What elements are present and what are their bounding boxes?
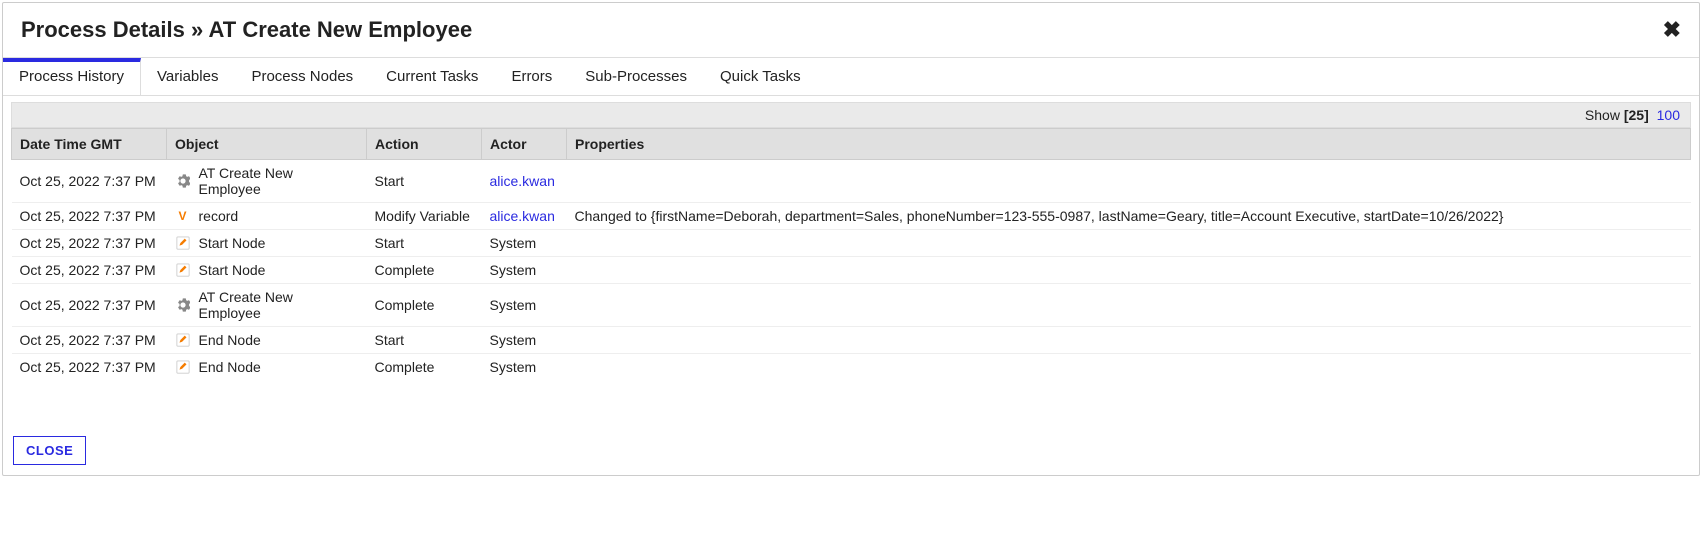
- close-icon[interactable]: ✖: [1663, 17, 1681, 43]
- table-row: Oct 25, 2022 7:37 PMVrecordModify Variab…: [12, 203, 1691, 230]
- object-label: Start Node: [199, 235, 266, 251]
- tab-process-nodes[interactable]: Process Nodes: [235, 58, 370, 95]
- cell-object: AT Create New Employee: [167, 284, 367, 327]
- cell-action: Start: [367, 327, 482, 354]
- cell-object: End Node: [167, 354, 367, 381]
- cell-object: Start Node: [167, 257, 367, 284]
- table-header-row: Date Time GMT Object Action Actor Proper…: [12, 129, 1691, 160]
- cell-properties: [567, 230, 1691, 257]
- pager-bar: Show [25] 100: [11, 102, 1691, 128]
- object-label: Start Node: [199, 262, 266, 278]
- tab-current-tasks[interactable]: Current Tasks: [370, 58, 495, 95]
- table-row: Oct 25, 2022 7:37 PM End Node CompleteSyst…: [12, 354, 1691, 381]
- actor-link[interactable]: alice.kwan: [490, 208, 555, 224]
- title-prefix: Process Details »: [21, 17, 209, 42]
- tab-variables[interactable]: Variables: [141, 58, 235, 95]
- col-properties: Properties: [567, 129, 1691, 160]
- col-actor: Actor: [482, 129, 567, 160]
- cell-properties: [567, 354, 1691, 381]
- cell-actor: System: [482, 284, 567, 327]
- table-row: Oct 25, 2022 7:37 PM AT Create New Employ…: [12, 284, 1691, 327]
- table-row: Oct 25, 2022 7:37 PM Start Node CompleteSy…: [12, 257, 1691, 284]
- title-name: AT Create New Employee: [209, 17, 473, 42]
- cell-properties: [567, 160, 1691, 203]
- cell-action: Complete: [367, 257, 482, 284]
- cell-actor: System: [482, 327, 567, 354]
- cell-actor: alice.kwan: [482, 203, 567, 230]
- cell-action: Modify Variable: [367, 203, 482, 230]
- cell-datetime: Oct 25, 2022 7:37 PM: [12, 327, 167, 354]
- cell-actor: alice.kwan: [482, 160, 567, 203]
- edit-icon: [175, 359, 191, 375]
- object-label: End Node: [199, 359, 261, 375]
- cell-actor: System: [482, 230, 567, 257]
- pager-option-100[interactable]: 100: [1657, 107, 1680, 123]
- cell-object: Start Node: [167, 230, 367, 257]
- col-datetime: Date Time GMT: [12, 129, 167, 160]
- gear-icon: [175, 297, 191, 313]
- cell-properties: [567, 284, 1691, 327]
- cell-action: Complete: [367, 284, 482, 327]
- tab-process-history[interactable]: Process History: [3, 58, 141, 95]
- cell-datetime: Oct 25, 2022 7:37 PM: [12, 257, 167, 284]
- cell-action: Complete: [367, 354, 482, 381]
- gear-icon: [175, 173, 191, 189]
- tab-errors[interactable]: Errors: [495, 58, 569, 95]
- table-row: Oct 25, 2022 7:37 PM Start Node StartSyste…: [12, 230, 1691, 257]
- cell-properties: [567, 257, 1691, 284]
- cell-object: End Node: [167, 327, 367, 354]
- cell-action: Start: [367, 230, 482, 257]
- cell-datetime: Oct 25, 2022 7:37 PM: [12, 203, 167, 230]
- cell-object: Vrecord: [167, 203, 367, 230]
- edit-icon: [175, 235, 191, 251]
- close-button[interactable]: CLOSE: [13, 436, 86, 465]
- cell-datetime: Oct 25, 2022 7:37 PM: [12, 284, 167, 327]
- dialog-header: Process Details » AT Create New Employee…: [3, 3, 1699, 58]
- dialog-footer: CLOSE: [3, 426, 1699, 475]
- cell-actor: System: [482, 354, 567, 381]
- pager-show-label: Show: [1585, 107, 1624, 123]
- pager-current: [25]: [1624, 107, 1649, 123]
- cell-datetime: Oct 25, 2022 7:37 PM: [12, 160, 167, 203]
- table-row: Oct 25, 2022 7:37 PM AT Create New Employ…: [12, 160, 1691, 203]
- cell-object: AT Create New Employee: [167, 160, 367, 203]
- object-label: AT Create New Employee: [199, 289, 359, 321]
- object-label: AT Create New Employee: [199, 165, 359, 197]
- cell-properties: Changed to {firstName=Deborah, departmen…: [567, 203, 1691, 230]
- page-title: Process Details » AT Create New Employee: [21, 17, 472, 43]
- actor-link[interactable]: alice.kwan: [490, 173, 555, 189]
- col-object: Object: [167, 129, 367, 160]
- tabs-bar: Process HistoryVariablesProcess NodesCur…: [3, 58, 1699, 96]
- cell-actor: System: [482, 257, 567, 284]
- process-details-dialog: Process Details » AT Create New Employee…: [2, 2, 1700, 476]
- edit-icon: [175, 262, 191, 278]
- object-label: record: [199, 208, 239, 224]
- history-table: Date Time GMT Object Action Actor Proper…: [11, 128, 1691, 380]
- tab-quick-tasks[interactable]: Quick Tasks: [704, 58, 818, 95]
- cell-datetime: Oct 25, 2022 7:37 PM: [12, 230, 167, 257]
- object-label: End Node: [199, 332, 261, 348]
- v-icon: V: [175, 208, 191, 224]
- cell-properties: [567, 327, 1691, 354]
- table-row: Oct 25, 2022 7:37 PM End Node StartSystem: [12, 327, 1691, 354]
- edit-icon: [175, 332, 191, 348]
- tab-sub-processes[interactable]: Sub-Processes: [569, 58, 704, 95]
- tab-content: Show [25] 100 Date Time GMT Object Actio…: [3, 96, 1699, 426]
- cell-datetime: Oct 25, 2022 7:37 PM: [12, 354, 167, 381]
- cell-action: Start: [367, 160, 482, 203]
- col-action: Action: [367, 129, 482, 160]
